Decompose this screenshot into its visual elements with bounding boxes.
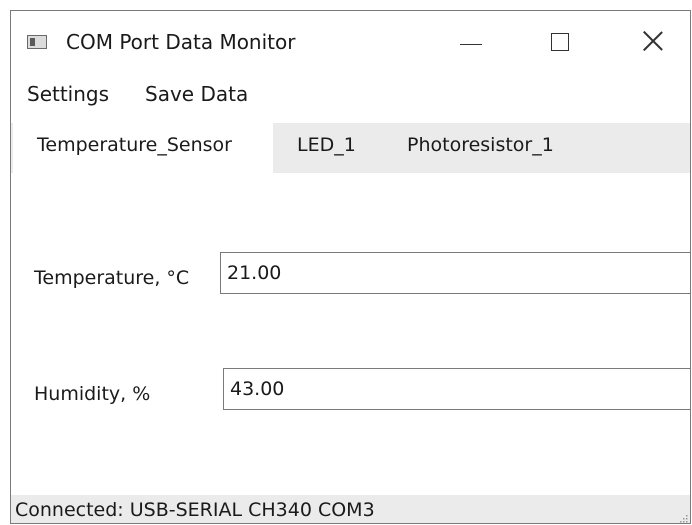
tab-temperature-sensor[interactable]: Temperature_Sensor: [13, 123, 273, 175]
maximize-button[interactable]: [533, 11, 589, 73]
tab-strip: Temperature_Sensor LED_1 Photoresistor_1: [11, 123, 690, 175]
humidity-field[interactable]: [223, 368, 690, 410]
close-icon: [639, 27, 667, 55]
window-title: COM Port Data Monitor: [66, 30, 296, 54]
menu-item-save-data[interactable]: Save Data: [145, 79, 248, 109]
maximize-icon: [551, 33, 569, 51]
title-bar[interactable]: COM Port Data Monitor: [11, 11, 690, 73]
status-bar: Connected: USB-SERIAL CH340 COM3: [11, 495, 690, 523]
tab-content-panel: Temperature, °C Humidity, %: [11, 173, 690, 495]
menu-bar: Settings Save Data: [11, 79, 690, 111]
tab-led-1[interactable]: LED_1: [273, 123, 383, 171]
app-window-icon[interactable]: [27, 35, 47, 49]
resize-grip-icon[interactable]: [680, 515, 688, 523]
close-button[interactable]: [625, 11, 681, 73]
tab-photoresistor-1[interactable]: Photoresistor_1: [383, 123, 573, 171]
minimize-icon: [460, 44, 482, 45]
connection-status: Connected: USB-SERIAL CH340 COM3: [15, 499, 375, 521]
temperature-field[interactable]: [220, 252, 690, 294]
menu-item-settings[interactable]: Settings: [27, 79, 109, 109]
temperature-label: Temperature, °C: [34, 267, 190, 289]
minimize-button[interactable]: [443, 11, 499, 73]
app-window: COM Port Data Monitor Settings Save Data…: [10, 10, 691, 524]
humidity-label: Humidity, %: [34, 383, 151, 405]
